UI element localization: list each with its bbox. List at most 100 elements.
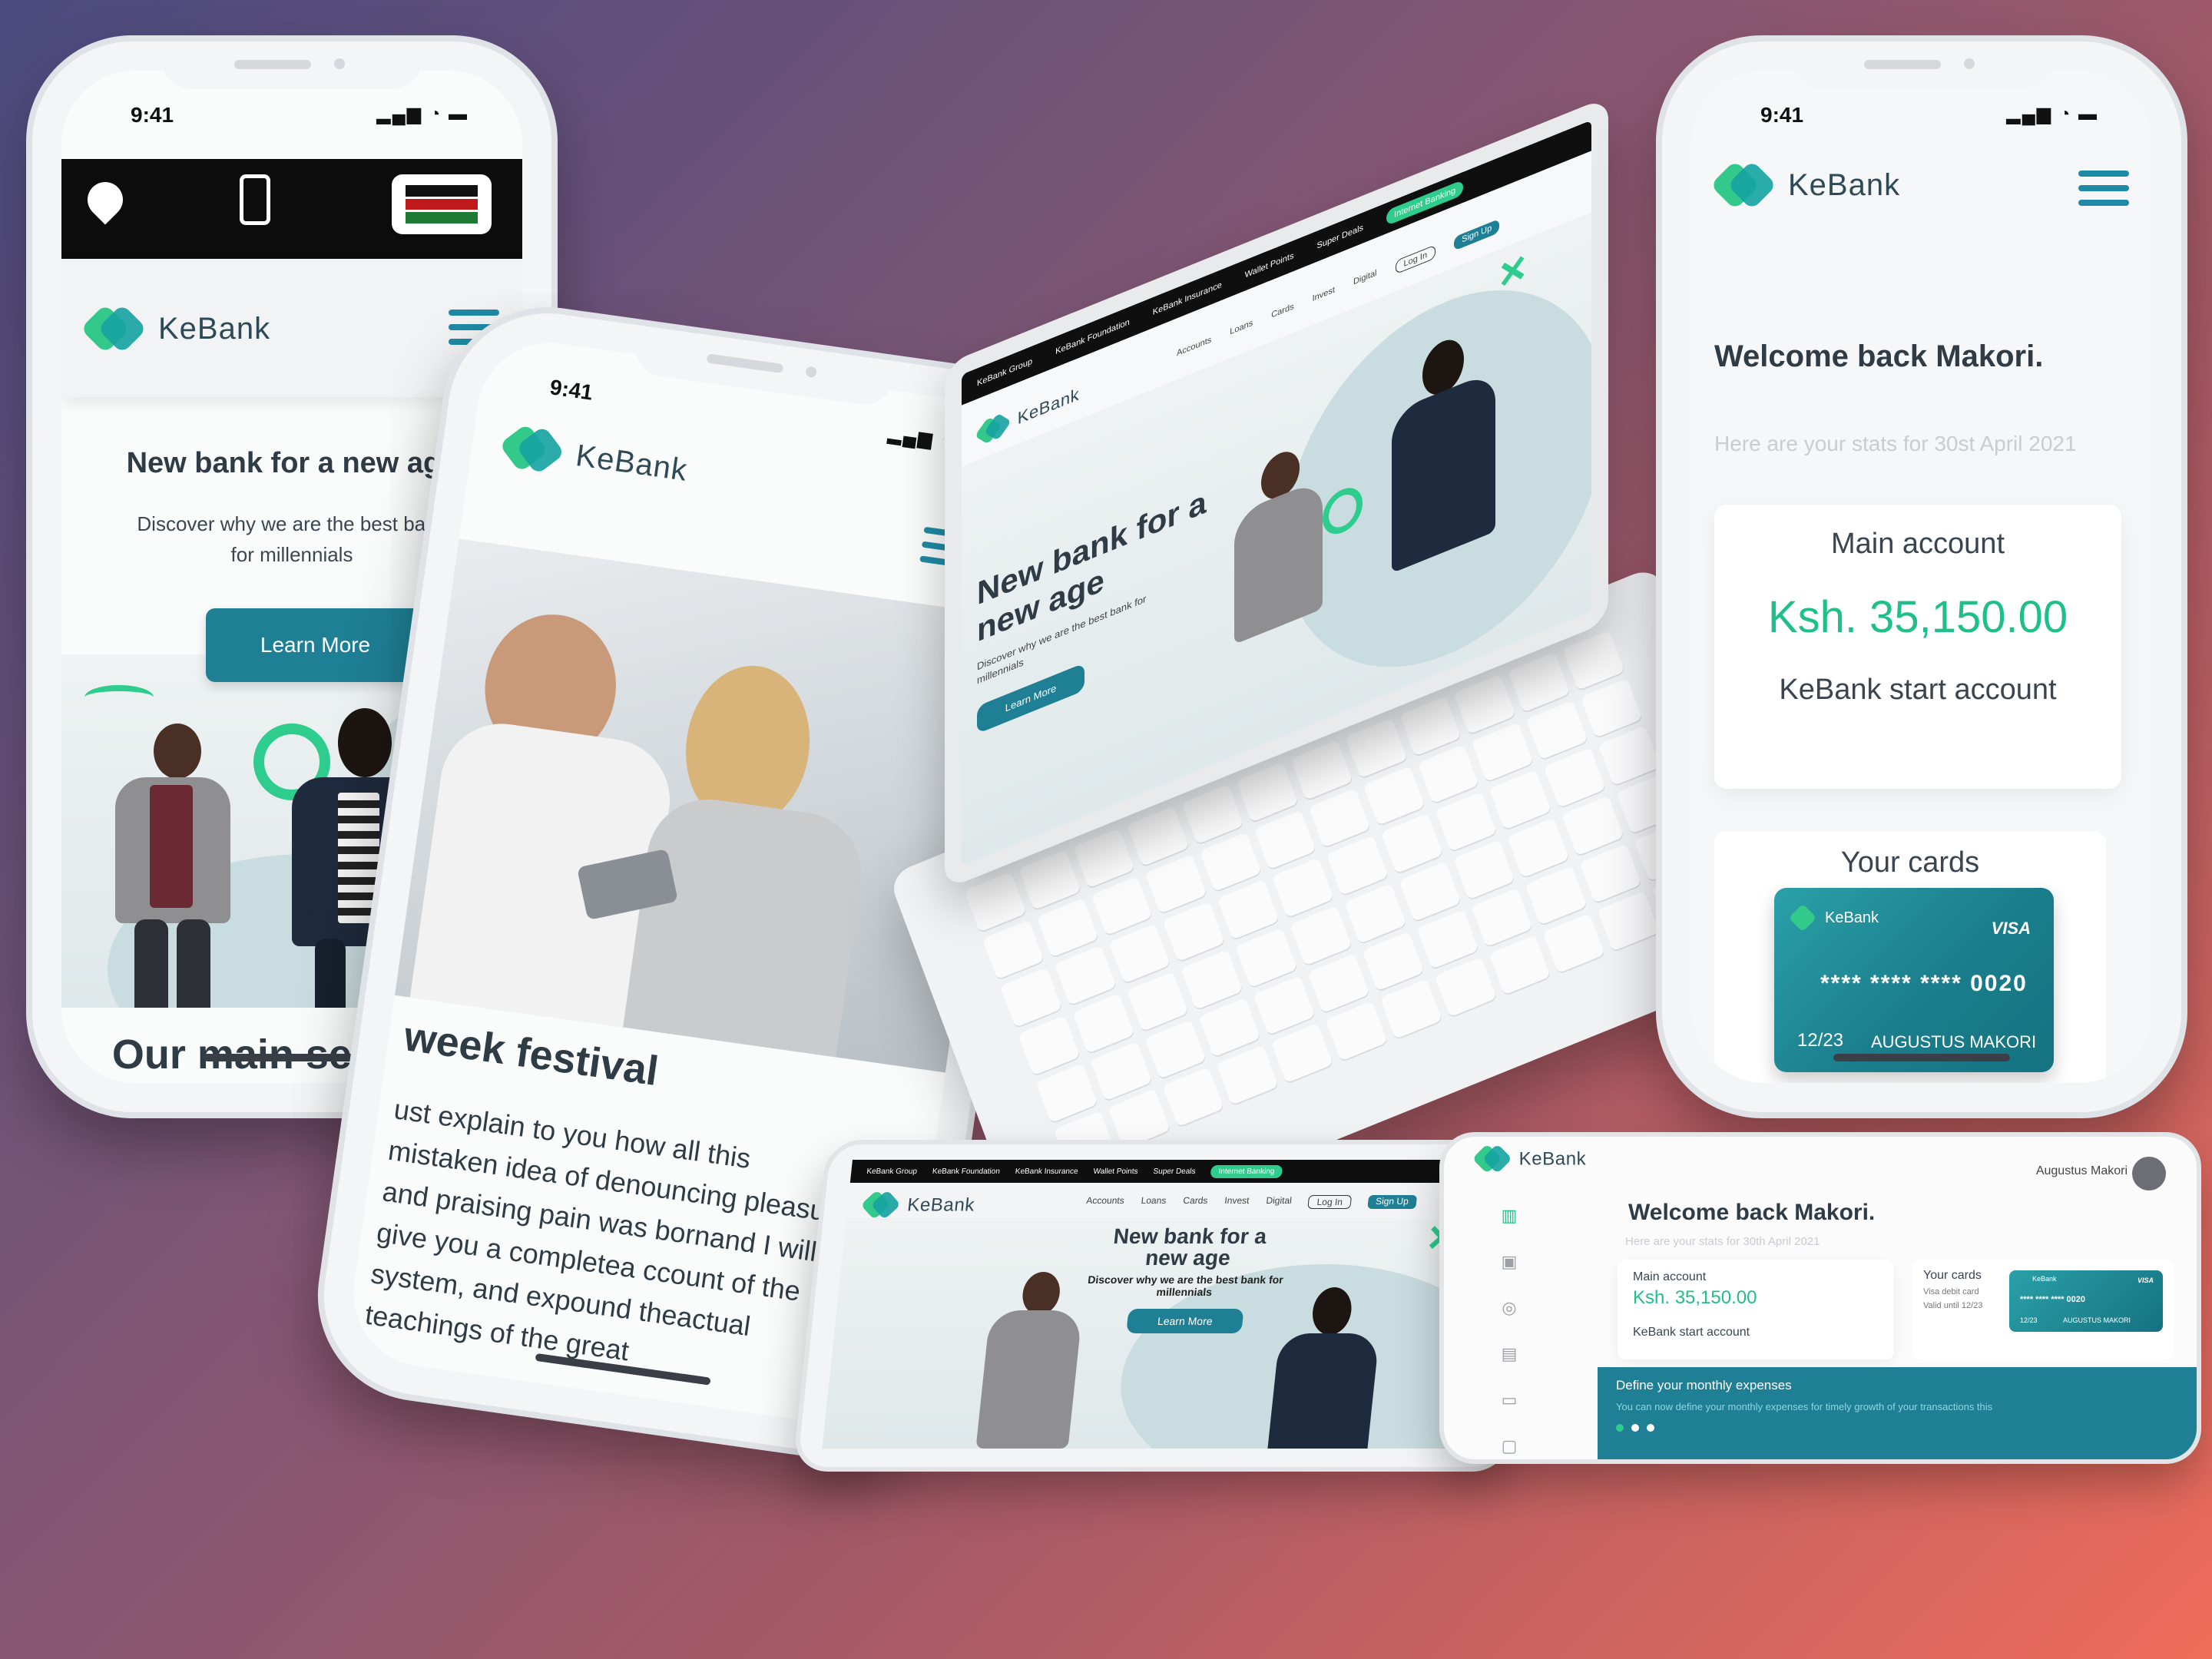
home-indicator — [1833, 1054, 2010, 1061]
menu-accounts[interactable]: Accounts — [1177, 335, 1211, 363]
coin-icon[interactable]: ◎ — [1502, 1298, 1516, 1318]
login-button[interactable]: Log In — [1307, 1195, 1352, 1209]
logo-text: KeBank — [1017, 384, 1080, 429]
squiggle-decor — [84, 685, 154, 710]
logo-mark-icon — [80, 303, 147, 354]
debit-card[interactable]: KeBank VISA **** **** **** 0020 12/23 AU… — [1774, 888, 2054, 1072]
bank-icon[interactable]: ▥ — [1502, 1206, 1518, 1226]
topnav-item[interactable]: KeBank Insurance — [1015, 1167, 1078, 1176]
menu-loans[interactable]: Loans — [1230, 318, 1253, 341]
card-holder: AUGUSTUS MAKORI — [2063, 1316, 2131, 1324]
card-holder: AUGUSTUS MAKORI — [1871, 1032, 2037, 1051]
topnav-item[interactable]: KeBank Insurance — [1153, 280, 1222, 317]
topnav-item[interactable]: Wallet Points — [1245, 251, 1294, 280]
menu-invest[interactable]: Invest — [1313, 285, 1335, 308]
tablet-hero-title: New bank for a new age — [1112, 1224, 1268, 1270]
account-balance: Ksh. 35,150.00 — [1633, 1287, 1757, 1308]
status-icons: ▂▄▆ ◔ ▬ — [376, 104, 469, 124]
kenya-flag-icon[interactable] — [392, 174, 492, 234]
menu-accounts[interactable]: Accounts — [1085, 1195, 1125, 1209]
menu-invest[interactable]: Invest — [1224, 1195, 1250, 1209]
account-balance: Ksh. 35,150.00 — [1767, 592, 2068, 642]
hero-subtitle: Discover why we are the best bank for mi… — [137, 512, 447, 566]
user-avatar[interactable] — [2132, 1157, 2166, 1190]
topnav-item[interactable]: KeBank Group — [866, 1167, 918, 1176]
status-time: 9:41 — [1760, 103, 1804, 127]
internet-banking-button[interactable]: Internet Banking — [1386, 179, 1464, 227]
account-type: KeBank start account — [1779, 674, 2057, 706]
stats-note: Here are your stats for 30st April 2021 — [1714, 432, 2077, 455]
carousel-dots[interactable] — [1616, 1424, 1654, 1432]
card-type-line: Visa debit card — [1923, 1287, 1979, 1296]
kebank-logo[interactable]: KeBank — [860, 1190, 976, 1220]
banner-text: You can now define your monthly expenses… — [1616, 1401, 1993, 1412]
logo-mark-icon — [1472, 1144, 1512, 1174]
card-network: VISA — [1991, 919, 2031, 938]
logo-mark-icon — [974, 409, 1012, 448]
menu-cards[interactable]: Cards — [1271, 302, 1293, 325]
card-logo-icon — [1788, 903, 1817, 932]
card-number: **** **** **** 0020 — [2020, 1295, 2086, 1304]
topnav-item[interactable]: Super Deals — [1153, 1167, 1196, 1176]
main-account-card: Main account Ksh. 35,150.00 KeBank start… — [1714, 505, 2121, 789]
tablet-menu: Accounts Loans Cards Invest Digital Log … — [1085, 1195, 1417, 1209]
phone-right-screen: 9:41 ▂▄▆ ◔ ▬ KeBank Welcome back Makori.… — [1691, 71, 2152, 1083]
topnav-item[interactable]: Wallet Points — [1093, 1167, 1138, 1176]
tablet-hero-subtitle: Discover why we are the best bank for mi… — [1087, 1273, 1284, 1298]
main-account-card: Main account Ksh. 35,150.00 KeBank start… — [1618, 1260, 1894, 1359]
learn-more-button[interactable]: Learn More — [1126, 1309, 1244, 1333]
status-time: 9:41 — [131, 103, 174, 127]
cards-title: Your cards — [1840, 846, 1980, 879]
internet-banking-button[interactable]: Internet Banking — [1210, 1164, 1283, 1178]
banner-title: Define your monthly expenses — [1616, 1378, 1792, 1392]
card-brand: KeBank — [2032, 1275, 2057, 1283]
debit-card[interactable]: KeBank VISA **** **** **** 0020 12/23 AU… — [2009, 1270, 2163, 1332]
card-network: VISA — [2137, 1277, 2154, 1284]
stats-note: Here are your stats for 30th April 2021 — [1625, 1235, 1820, 1248]
cards-panel: Your cards Visa debit card Valid until 1… — [1912, 1260, 2174, 1359]
logo-text: KeBank — [906, 1194, 976, 1215]
menu-digital[interactable]: Digital — [1353, 268, 1377, 291]
article-body: ust explain to you how all this mistaken… — [363, 1093, 853, 1367]
tablet-hero: × New bank for a new age Discover why we… — [822, 1218, 1538, 1449]
id-card-icon[interactable]: ▣ — [1502, 1252, 1518, 1272]
user-name[interactable]: Augustus Makori — [2036, 1164, 2128, 1178]
topnav-item[interactable]: KeBank Foundation — [1055, 317, 1130, 356]
mobile-phone-icon[interactable] — [240, 174, 270, 225]
card-icon[interactable]: ▭ — [1502, 1390, 1518, 1410]
logo-text: KeBank — [1788, 167, 1901, 202]
status-time: 9:41 — [548, 375, 594, 405]
kebank-logo[interactable]: KeBank — [1472, 1144, 1586, 1174]
menu-loans[interactable]: Loans — [1141, 1195, 1167, 1209]
login-button[interactable]: Log In — [1395, 244, 1436, 275]
cross-decor: × — [1499, 239, 1527, 302]
menu-digital[interactable]: Digital — [1265, 1195, 1293, 1209]
dashboard-sidebar: ▥ ▣ ◎ ▤ ▭ ▢ — [1490, 1206, 1528, 1456]
kebank-logo[interactable]: KeBank — [80, 303, 271, 354]
learn-more-button[interactable]: Learn More — [206, 608, 425, 682]
signup-button[interactable]: Sign Up — [1367, 1195, 1417, 1209]
logo-mark-icon — [860, 1190, 901, 1220]
topnav-item[interactable]: KeBank Group — [977, 356, 1032, 388]
meeting-photo — [394, 538, 1010, 1073]
topnav-item[interactable]: KeBank Foundation — [932, 1167, 1000, 1176]
hamburger-menu-icon[interactable] — [2078, 171, 2129, 206]
notch — [161, 41, 422, 89]
tablet-website: KeBank Group KeBank Foundation KeBank In… — [796, 1144, 1538, 1467]
logo-text: KeBank — [158, 311, 271, 346]
card-expiry: 12/23 — [1797, 1030, 1844, 1051]
account-label: Main account — [1633, 1270, 1707, 1283]
logo-mark-icon — [498, 422, 566, 477]
expenses-banner: Define your monthly expenses You can now… — [1598, 1367, 2197, 1459]
card-number: **** **** **** 0020 — [1820, 971, 2028, 996]
kebank-logo[interactable]: KeBank — [498, 422, 690, 495]
account-label: Main account — [1830, 528, 2005, 560]
briefcase-icon[interactable]: ▢ — [1502, 1436, 1518, 1456]
wallet-icon[interactable]: ▤ — [1502, 1344, 1518, 1364]
kebank-logo[interactable]: KeBank — [1710, 160, 1901, 210]
menu-cards[interactable]: Cards — [1182, 1195, 1208, 1209]
signup-button[interactable]: Sign Up — [1454, 218, 1500, 251]
topnav-item[interactable]: Super Deals — [1316, 223, 1363, 250]
home-indicator — [204, 1054, 380, 1061]
location-pin-icon[interactable] — [80, 174, 131, 225]
